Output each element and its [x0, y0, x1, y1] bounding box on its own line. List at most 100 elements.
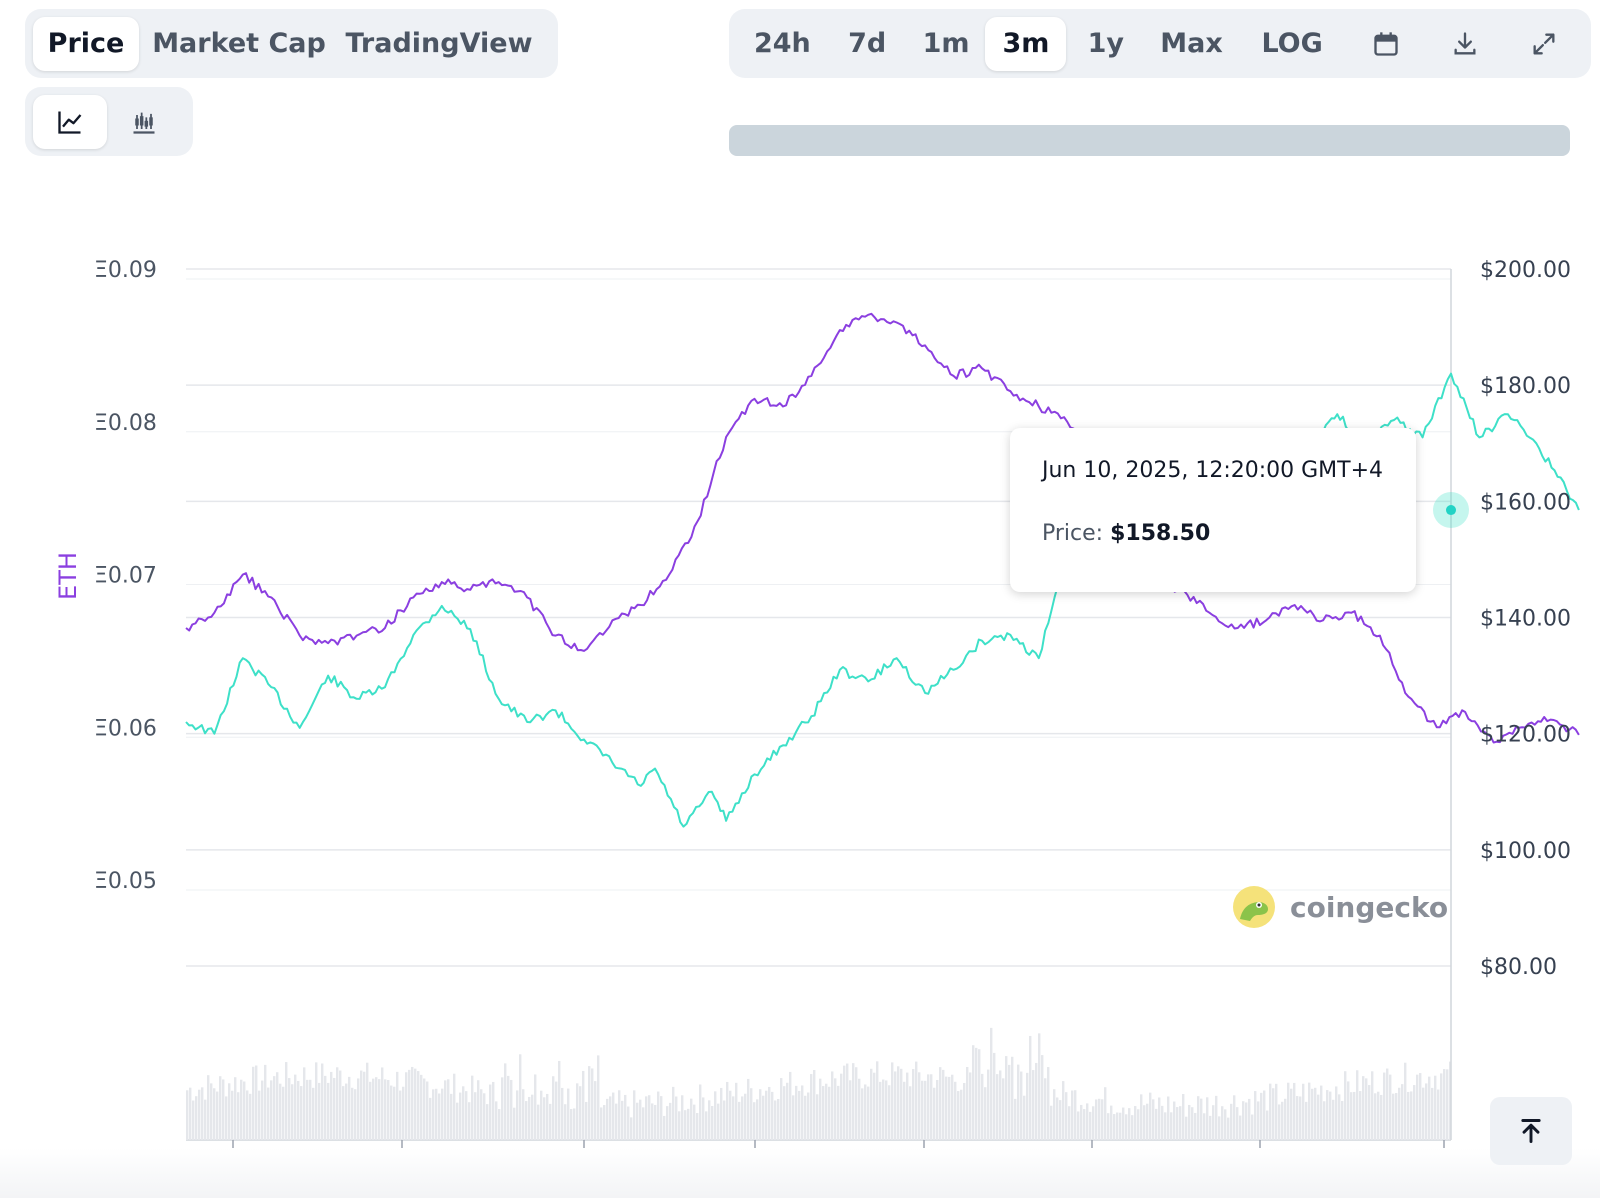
volume-bar [1098, 1098, 1101, 1140]
scroll-to-top-button[interactable] [1490, 1097, 1572, 1165]
volume-bar [1380, 1094, 1383, 1140]
volume-bar [1218, 1116, 1221, 1140]
volume-bar [1410, 1091, 1413, 1140]
volume-bar [1416, 1074, 1419, 1140]
volume-bar [258, 1090, 261, 1140]
grid-lines [186, 268, 1451, 1141]
volume-bar [1344, 1071, 1347, 1140]
volume-bar [1242, 1101, 1245, 1140]
volume-bar [645, 1096, 648, 1140]
volume-bar [399, 1090, 402, 1140]
volume-bar [1269, 1083, 1272, 1140]
volume-bar [450, 1093, 453, 1140]
volume-bar [1110, 1105, 1113, 1140]
volume-bar [1134, 1106, 1137, 1140]
volume-bar [429, 1097, 432, 1140]
volume-bar [747, 1078, 750, 1140]
volume-bar [1149, 1092, 1152, 1140]
volume-bar [483, 1093, 486, 1140]
volume-bar [1131, 1115, 1134, 1140]
volume-bar [1083, 1109, 1086, 1140]
volume-bar [225, 1096, 228, 1140]
volume-bar [285, 1062, 288, 1140]
volume-bar [1026, 1072, 1029, 1140]
volume-bar [513, 1107, 516, 1140]
volume-bar [1188, 1104, 1191, 1140]
volume-bar [636, 1102, 639, 1140]
volume-bar [1044, 1078, 1047, 1140]
volume-bar [396, 1071, 399, 1140]
volume-bar [1353, 1091, 1356, 1140]
volume-bar [549, 1103, 552, 1140]
volume-bar [786, 1082, 789, 1140]
volume-bar [819, 1078, 822, 1140]
volume-bar [624, 1094, 627, 1140]
volume-bar [528, 1096, 531, 1140]
volume-bar [261, 1080, 264, 1140]
volume-bar [717, 1103, 720, 1140]
volume-bar [951, 1074, 954, 1140]
volume-bar [723, 1100, 726, 1140]
volume-bar [888, 1085, 891, 1140]
volume-bar [237, 1092, 240, 1140]
volume-bar [1326, 1090, 1329, 1140]
volume-bar [1233, 1095, 1236, 1140]
volume-bar [963, 1082, 966, 1140]
volume-bar [291, 1084, 294, 1140]
volume-bar [843, 1065, 846, 1140]
volume-bar [312, 1087, 315, 1140]
volume-bar [1239, 1115, 1242, 1140]
volume-bar [1308, 1082, 1311, 1140]
volume-bar [1383, 1072, 1386, 1140]
volume-bar [366, 1062, 369, 1140]
volume-bar [378, 1079, 381, 1140]
volume-bar [1419, 1073, 1422, 1140]
volume-bar [1143, 1105, 1146, 1140]
volume-bar [768, 1086, 771, 1140]
volume-bar [369, 1081, 372, 1140]
volume-bar [1350, 1092, 1353, 1140]
y-left-tick-label: Ξ0.05 [94, 869, 157, 894]
volume-bar [1017, 1064, 1020, 1140]
volume-bar [468, 1102, 471, 1140]
volume-bar [735, 1082, 738, 1140]
volume-bar [1089, 1111, 1092, 1140]
volume-bar [1209, 1115, 1212, 1140]
volume-bar [1140, 1094, 1143, 1140]
volume-bar [684, 1110, 687, 1140]
volume-bar [318, 1082, 321, 1140]
volume-bar [609, 1096, 612, 1140]
volume-bar [414, 1068, 417, 1140]
volume-bar [504, 1063, 507, 1140]
volume-bar [615, 1103, 618, 1140]
volume-bar [1323, 1101, 1326, 1140]
volume-bar [438, 1093, 441, 1140]
volume-bar [1041, 1055, 1044, 1140]
volume-bar [516, 1090, 519, 1140]
volume-bar [912, 1069, 915, 1140]
tooltip-price-value: $158.50 [1110, 521, 1211, 546]
volume-bar [780, 1078, 783, 1140]
volume-bar [1332, 1099, 1335, 1140]
volume-bar [681, 1095, 684, 1140]
volume-bar [690, 1098, 693, 1140]
y-axis-left-title: ETH [54, 552, 82, 600]
volume-bar [927, 1074, 930, 1140]
volume-bar [801, 1085, 804, 1140]
volume-bar [1173, 1101, 1176, 1140]
y-right-tick-label: $100.00 [1480, 839, 1571, 864]
tooltip-date: Jun 10, 2025, 12:20:00 GMT+4 [1042, 458, 1384, 483]
volume-bar [540, 1090, 543, 1140]
volume-bar [603, 1105, 606, 1140]
volume-bar [519, 1054, 522, 1140]
volume-bar [204, 1099, 207, 1140]
volume-bar [954, 1081, 957, 1140]
volume-bar [315, 1062, 318, 1140]
volume-bar [252, 1066, 255, 1140]
volume-bar [1311, 1088, 1314, 1140]
volume-bar [639, 1099, 642, 1140]
volume-bar [207, 1075, 210, 1140]
volume-bar [1317, 1094, 1320, 1140]
volume-bar [489, 1084, 492, 1140]
volume-bar [246, 1090, 249, 1140]
